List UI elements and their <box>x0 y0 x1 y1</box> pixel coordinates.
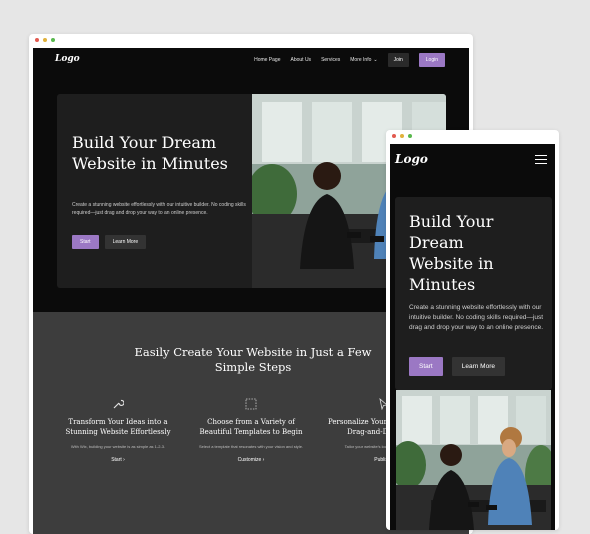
hero-title: Build Your Dream Website in Minutes <box>72 133 228 173</box>
join-button[interactable]: Join <box>387 53 409 67</box>
step-link[interactable]: Start › <box>58 457 178 463</box>
step-link-label: Customize <box>237 457 262 463</box>
site-logo[interactable]: Logo <box>395 152 428 166</box>
start-button[interactable]: Start <box>72 235 99 249</box>
minimize-dot-icon[interactable] <box>400 134 404 138</box>
main-nav: Home Page About Us Services More Info ⌄ J… <box>254 53 445 67</box>
close-dot-icon[interactable] <box>392 134 396 138</box>
hero-actions: Start Learn More <box>72 235 147 249</box>
step-title: Choose from a Variety of Beautiful Templ… <box>199 418 303 436</box>
window-controls <box>35 38 55 42</box>
maximize-dot-icon[interactable] <box>51 38 55 42</box>
hero-description: Create a stunning website effortlessly w… <box>409 304 544 331</box>
learn-more-button[interactable]: Learn More <box>104 235 147 249</box>
step-card: Choose from a Variety of Beautiful Templ… <box>191 398 311 463</box>
nav-about[interactable]: About Us <box>290 57 311 63</box>
steps-title: Easily Create Your Website in Just a Few… <box>134 345 372 374</box>
hero-title: Build Your Dream Website in Minutes <box>409 212 494 294</box>
hero-description: Create a stunning website effortlessly w… <box>72 202 246 216</box>
chevron-down-icon: ⌄ <box>373 57 378 63</box>
maximize-dot-icon[interactable] <box>408 134 412 138</box>
window-controls <box>392 134 412 138</box>
nav-home[interactable]: Home Page <box>254 57 280 63</box>
hero-actions: Start Learn More <box>409 357 505 376</box>
close-dot-icon[interactable] <box>35 38 39 42</box>
nav-more-info-label: More Info <box>350 57 372 63</box>
start-button[interactable]: Start <box>409 357 443 376</box>
login-button[interactable]: Login <box>418 53 445 67</box>
site-logo[interactable]: Logo <box>55 54 80 64</box>
learn-more-button[interactable]: Learn More <box>451 357 505 376</box>
nav-more-info[interactable]: More Info ⌄ <box>350 57 377 63</box>
mobile-window: Logo Build Your Dream Website in Minutes… <box>386 130 559 530</box>
step-description: Select a template that resonates with yo… <box>198 444 304 449</box>
step-link[interactable]: Customize › <box>191 457 311 463</box>
step-card: Transform Your Ideas into a Stunning Web… <box>58 398 178 463</box>
step-title: Transform Your Ideas into a Stunning Web… <box>65 418 171 436</box>
step-link-label: Start <box>111 457 122 463</box>
hero-photo <box>396 390 551 530</box>
wrench-icon <box>58 398 178 412</box>
step-description: With Wix, building your website is as si… <box>70 444 166 449</box>
mobile-page: Logo Build Your Dream Website in Minutes… <box>390 144 555 530</box>
dashed-square-icon <box>191 398 311 412</box>
hero-card: Build Your Dream Website in Minutes Crea… <box>395 197 552 390</box>
minimize-dot-icon[interactable] <box>43 38 47 42</box>
nav-services[interactable]: Services <box>321 57 340 63</box>
hamburger-icon[interactable] <box>535 155 547 167</box>
